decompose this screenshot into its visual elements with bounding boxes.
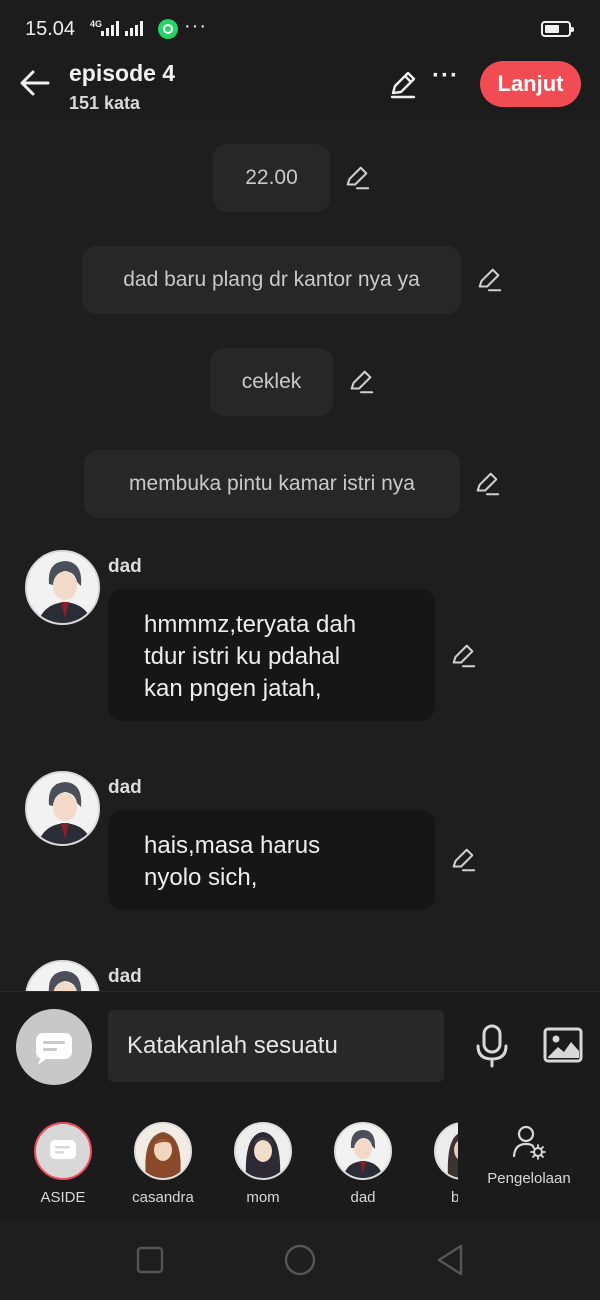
narration-bubble[interactable]: 22.00	[213, 144, 330, 212]
management-button[interactable]: Pengelolaan	[484, 1124, 574, 1187]
home-icon[interactable]	[283, 1243, 317, 1277]
edit-icon[interactable]	[343, 164, 371, 192]
narration-bubble[interactable]: dad baru plang dr kantor nya ya	[82, 246, 461, 314]
narration-bubble[interactable]: membuka pintu kamar istri nya	[84, 450, 460, 518]
header: episode 4 151 kata ··· Lanjut	[0, 58, 600, 122]
narration-text: 22.00	[245, 166, 298, 189]
character-portrait-dad	[27, 552, 98, 623]
narration-bubble[interactable]: ceklek	[210, 348, 333, 416]
character-mom[interactable]: mom	[218, 1122, 308, 1206]
microphone-icon[interactable]	[474, 1024, 510, 1068]
aside-toggle-button[interactable]	[16, 1009, 92, 1085]
message-bubble-icon	[50, 1140, 76, 1159]
avatar	[234, 1122, 292, 1180]
avatar	[434, 1122, 458, 1180]
episode-title: episode 4	[69, 60, 176, 86]
character-dad[interactable]: dad	[318, 1122, 408, 1206]
character-portrait-dad	[336, 1124, 390, 1178]
character-label: casandra	[132, 1189, 194, 1206]
character-bar: ASIDE casandra mom dad b Pengelolaan	[0, 1101, 600, 1219]
back-icon[interactable]	[433, 1243, 467, 1277]
message-bubble-icon	[36, 1033, 72, 1065]
edit-icon[interactable]	[475, 266, 503, 294]
more-notifications-icon: ···	[184, 15, 207, 37]
narration-text: ceklek	[241, 370, 302, 393]
character-portrait-b	[436, 1124, 458, 1178]
character-label: mom	[246, 1189, 280, 1206]
back-arrow-icon[interactable]	[18, 66, 52, 100]
signal-icon	[125, 20, 143, 36]
system-nav-bar	[0, 1219, 600, 1300]
message-input[interactable]	[108, 1010, 444, 1082]
chat-area[interactable]: 22.00 dad baru plang dr kantor nya ya ce…	[0, 122, 600, 991]
next-button[interactable]: Lanjut	[480, 61, 581, 107]
speech-bubble[interactable]: hais,masa harus nyolo sich,	[108, 810, 435, 910]
speaker-name: dad	[108, 556, 142, 577]
speech-line: kan pngen jatah,	[144, 675, 322, 702]
aside-avatar	[34, 1122, 92, 1180]
whatsapp-icon	[158, 19, 178, 39]
image-icon[interactable]	[543, 1027, 583, 1063]
edit-icon[interactable]	[388, 69, 418, 99]
speech-line: hais,masa harus	[144, 832, 321, 859]
input-bar	[0, 991, 600, 1101]
narration-text: membuka pintu kamar istri nya	[129, 472, 415, 495]
character-label: b	[451, 1189, 458, 1206]
signal-icon	[101, 20, 119, 36]
avatar[interactable]	[25, 960, 100, 991]
character-label: ASIDE	[40, 1189, 86, 1206]
speech-line: hmmmz,teryata dah	[144, 611, 357, 638]
speech-bubble[interactable]: hmmmz,teryata dah tdur istri ku pdahal k…	[108, 589, 435, 721]
avatar[interactable]	[25, 771, 100, 846]
edit-icon[interactable]	[449, 846, 477, 874]
speech-line: tdur istri ku pdahal	[144, 643, 341, 670]
character-label: dad	[350, 1189, 376, 1206]
avatar	[334, 1122, 392, 1180]
edit-icon[interactable]	[449, 642, 477, 670]
avatar[interactable]	[25, 550, 100, 625]
user-settings-icon	[512, 1125, 546, 1160]
character-casandra[interactable]: casandra	[118, 1122, 208, 1206]
character-portrait-mom	[236, 1124, 290, 1178]
battery-icon	[541, 21, 574, 37]
character-aside[interactable]: ASIDE	[18, 1122, 108, 1206]
character-b[interactable]: b	[418, 1122, 458, 1206]
recent-apps-icon[interactable]	[133, 1243, 167, 1277]
edit-icon[interactable]	[347, 368, 375, 396]
speaker-name: dad	[108, 966, 142, 987]
character-portrait-dad	[27, 773, 98, 844]
status-time: 15.04	[25, 18, 76, 40]
speaker-name: dad	[108, 777, 142, 798]
character-portrait-dad	[27, 962, 98, 991]
avatar	[134, 1122, 192, 1180]
status-bar: 15.04 4G ···	[0, 0, 600, 58]
word-count: 151 kata	[69, 93, 141, 113]
more-options-icon[interactable]: ···	[432, 62, 459, 90]
edit-icon[interactable]	[473, 470, 501, 498]
management-label: Pengelolaan	[487, 1170, 571, 1187]
character-portrait-casandra	[136, 1124, 190, 1178]
narration-text: dad baru plang dr kantor nya ya	[123, 268, 420, 291]
speech-line: nyolo sich,	[144, 864, 258, 891]
